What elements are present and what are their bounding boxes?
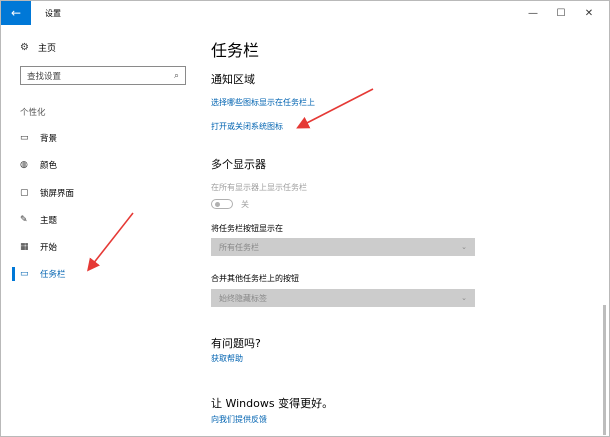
start-menu-icon: ▦: [20, 242, 29, 252]
chevron-down-icon: ⌄: [461, 294, 467, 302]
search-placeholder: 查找设置: [27, 71, 62, 82]
chevron-down-icon: ⌄: [461, 243, 467, 251]
multiple-displays-heading: 多个显示器: [211, 158, 266, 171]
sidebar-item-label: 颜色: [40, 161, 58, 171]
scrollbar[interactable]: [603, 305, 606, 435]
sidebar-item-label: 背景: [40, 134, 58, 144]
gear-icon: ⚙: [20, 42, 29, 53]
close-button[interactable]: ✕: [575, 1, 603, 25]
sidebar-item-colors[interactable]: ◍ 颜色: [20, 158, 57, 172]
sidebar: ⚙ 主页 查找设置 ⌕ 个性化 ▭ 背景 ◍ 颜色 ▢ 锁屏界面 ✎ 主题 ▦ …: [1, 25, 189, 436]
dropdown-value: 始终隐藏标签: [219, 293, 267, 303]
feedback-heading: 让 Windows 变得更好。: [211, 397, 334, 410]
sidebar-item-label: 锁屏界面: [40, 189, 75, 199]
window-controls: — ☐ ✕: [519, 1, 603, 25]
toggle-state-label: 关: [241, 200, 249, 209]
minimize-icon: —: [528, 7, 538, 19]
back-button[interactable]: ←: [1, 1, 31, 25]
sidebar-item-label: 开始: [40, 243, 58, 253]
toggle-knob: [215, 202, 220, 207]
lock-screen-icon: ▢: [20, 188, 29, 198]
buttons-on-dropdown[interactable]: 所有任务栏 ⌄: [211, 238, 475, 256]
taskbar-icon: ▭: [20, 269, 29, 279]
system-icons-link[interactable]: 打开或关闭系统图标: [211, 121, 283, 132]
palette-icon: ◍: [20, 160, 28, 170]
image-icon: ▭: [20, 133, 29, 143]
sidebar-item-taskbar[interactable]: ▭ 任务栏: [20, 267, 66, 281]
maximize-icon: ☐: [556, 7, 566, 19]
close-icon: ✕: [584, 7, 594, 19]
maximize-button[interactable]: ☐: [547, 1, 575, 25]
feedback-link[interactable]: 向我们提供反馈: [211, 414, 267, 425]
notification-area-heading: 通知区域: [211, 73, 255, 86]
search-input[interactable]: 查找设置 ⌕: [20, 66, 186, 85]
dropdown-value: 所有任务栏: [219, 242, 259, 252]
main-content: 任务栏 通知区域 选择哪些图标显示在任务栏上 打开或关闭系统图标 多个显示器 在…: [189, 25, 609, 436]
theme-brush-icon: ✎: [20, 215, 28, 225]
sidebar-item-lock-screen[interactable]: ▢ 锁屏界面: [20, 186, 74, 200]
settings-window: ← 设置 — ☐ ✕ ⚙ 主页 查找设置 ⌕ 个性化 ▭ 背景 ◍ 颜色 ▢ 锁…: [0, 0, 610, 437]
sidebar-item-label: 主页: [38, 44, 57, 54]
sidebar-item-home[interactable]: ⚙ 主页: [20, 41, 56, 54]
sidebar-item-background[interactable]: ▭ 背景: [20, 131, 57, 145]
search-icon: ⌕: [173, 70, 179, 81]
questions-heading: 有问题吗?: [211, 337, 261, 350]
minimize-button[interactable]: —: [519, 1, 547, 25]
window-title: 设置: [45, 8, 61, 18]
select-taskbar-icons-link[interactable]: 选择哪些图标显示在任务栏上: [211, 97, 315, 108]
buttons-on-label: 将任务栏按钮显示在: [211, 224, 283, 233]
combine-buttons-dropdown[interactable]: 始终隐藏标签 ⌄: [211, 289, 475, 307]
show-on-all-displays-toggle[interactable]: [211, 199, 233, 209]
combine-buttons-label: 合并其他任务栏上的按钮: [211, 274, 299, 283]
show-on-all-displays-label: 在所有显示器上显示任务栏: [211, 183, 307, 192]
page-title: 任务栏: [211, 41, 260, 60]
sidebar-item-start[interactable]: ▦ 开始: [20, 240, 57, 254]
sidebar-item-label: 任务栏: [40, 270, 66, 280]
get-help-link[interactable]: 获取帮助: [211, 353, 243, 364]
title-bar: ← 设置 — ☐ ✕: [1, 1, 609, 25]
active-indicator: [12, 267, 15, 281]
sidebar-item-themes[interactable]: ✎ 主题: [20, 213, 57, 227]
section-label-personalization: 个性化: [20, 108, 46, 118]
sidebar-item-label: 主题: [40, 216, 58, 226]
back-arrow-icon: ←: [10, 6, 22, 20]
